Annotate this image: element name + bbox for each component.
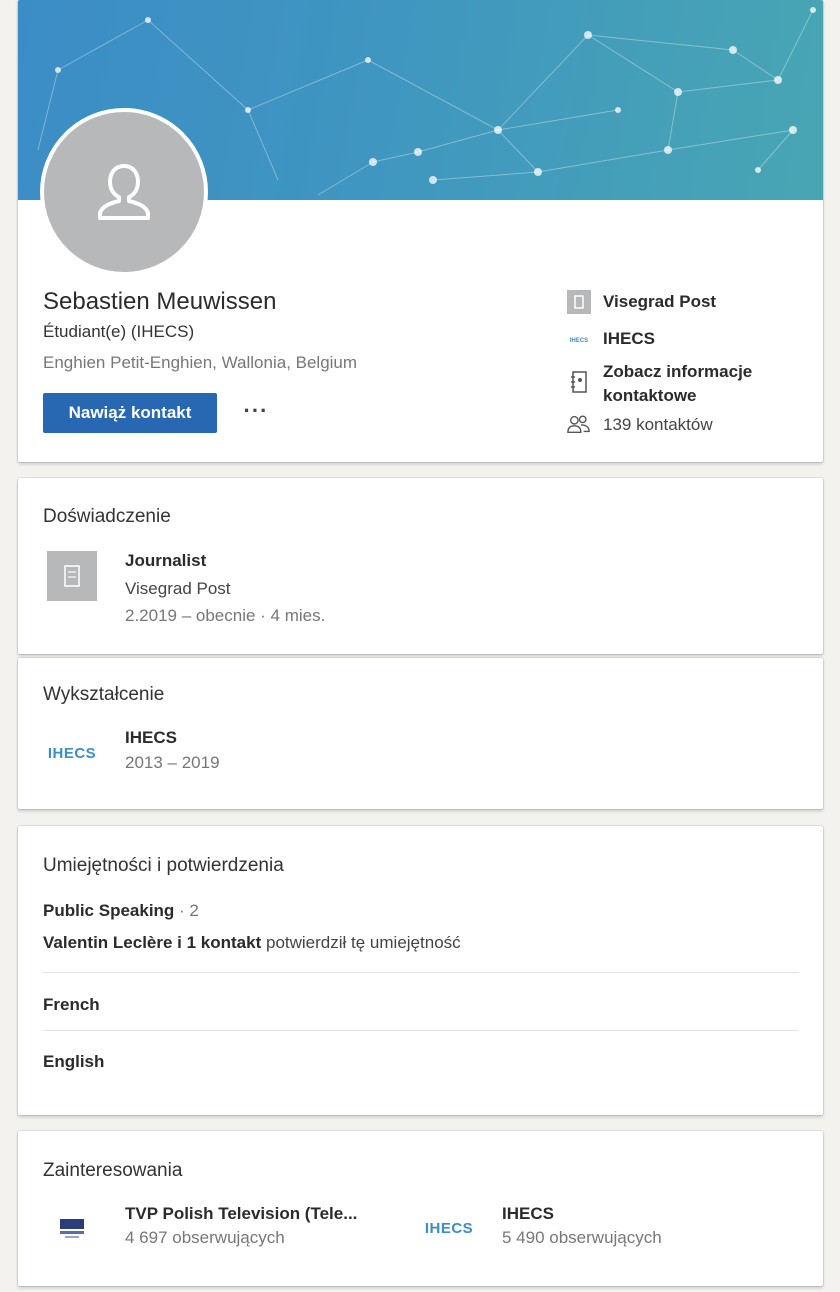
education-section: Wykształcenie IHECS IHECS 2013 – 2019 — [18, 658, 823, 809]
more-actions-button[interactable]: ··· — [238, 396, 274, 426]
profile-top-card: Sebastien Meuwissen Étudiant(e) (IHECS) … — [18, 0, 823, 462]
connections-label: 139 kontaktów — [603, 415, 713, 434]
ihecs-logo-text: IHECS — [424, 1219, 474, 1237]
interest-name[interactable]: IHECS — [502, 1204, 554, 1224]
current-company-label: Visegrad Post — [603, 292, 717, 311]
profile-headline: Étudiant(e) (IHECS) — [43, 322, 195, 341]
address-book-icon — [567, 360, 591, 394]
connect-button[interactable]: Nawiąż kontakt — [43, 393, 217, 433]
interest-followers: 5 490 obserwujących — [502, 1228, 662, 1247]
endorser-names[interactable]: Valentin Leclère i 1 kontakt — [43, 933, 261, 952]
experience-title: Doświadczenie — [43, 506, 171, 527]
contact-info-link[interactable]: Zobacz informacje kontaktowe — [567, 360, 793, 408]
school-logo[interactable]: IHECS — [47, 728, 97, 778]
school-logo-icon: IHECS — [567, 327, 591, 351]
tv-logo-icon — [60, 1219, 84, 1238]
skills-title: Umiejętności i potwierdzenia — [43, 855, 284, 876]
skills-section: Umiejętności i potwierdzenia Public Spea… — [18, 826, 823, 1115]
endorse-text: potwierdził tę umiejętność — [266, 933, 461, 952]
profile-avatar[interactable] — [40, 108, 208, 276]
divider — [43, 972, 799, 973]
interest-name[interactable]: TVP Polish Television (Tele... — [125, 1204, 357, 1224]
company-logo[interactable] — [47, 551, 97, 601]
skill-item[interactable]: French — [43, 995, 100, 1015]
connections-count[interactable]: 139 kontaktów — [567, 413, 713, 437]
skill-endorsers: Valentin Leclère i 1 kontakt potwierdził… — [43, 933, 461, 953]
experience-company: Visegrad Post — [125, 579, 231, 598]
experience-role[interactable]: Journalist — [125, 551, 206, 571]
skill-name: Public Speaking — [43, 901, 175, 920]
school-label: IHECS — [603, 329, 655, 348]
education-dates: 2013 – 2019 — [125, 753, 220, 772]
person-icon — [98, 164, 150, 220]
endorsement-count: · 2 — [179, 901, 199, 920]
people-icon — [567, 413, 591, 435]
skill-item[interactable]: Public Speaking · 2 — [43, 901, 199, 921]
building-icon — [64, 565, 80, 587]
education-title: Wykształcenie — [43, 684, 165, 705]
current-company-link[interactable]: Visegrad Post — [567, 290, 716, 314]
skill-item[interactable]: English — [43, 1052, 104, 1072]
divider — [43, 1030, 799, 1031]
interests-title: Zainteresowania — [43, 1160, 183, 1181]
ihecs-interest-logo[interactable]: IHECS — [424, 1203, 474, 1253]
school-link[interactable]: IHECS IHECS — [567, 327, 655, 351]
svg-text:IHECS: IHECS — [570, 338, 588, 344]
contact-info-label: Zobacz informacje kontaktowe — [603, 362, 753, 405]
company-logo-icon — [567, 290, 591, 314]
profile-name: Sebastien Meuwissen — [43, 288, 277, 315]
interest-followers: 4 697 obserwujących — [125, 1228, 285, 1247]
experience-dates: 2.2019 – obecnie · 4 mies. — [125, 606, 326, 625]
experience-section: Doświadczenie Journalist Visegrad Post 2… — [18, 478, 823, 654]
profile-location: Enghien Petit-Enghien, Wallonia, Belgium — [43, 353, 358, 372]
education-school[interactable]: IHECS — [125, 728, 177, 748]
interests-section: Zainteresowania TVP Polish Television (T… — [18, 1131, 823, 1286]
ihecs-logo-text: IHECS — [47, 744, 97, 762]
tvp-logo[interactable] — [47, 1203, 97, 1253]
